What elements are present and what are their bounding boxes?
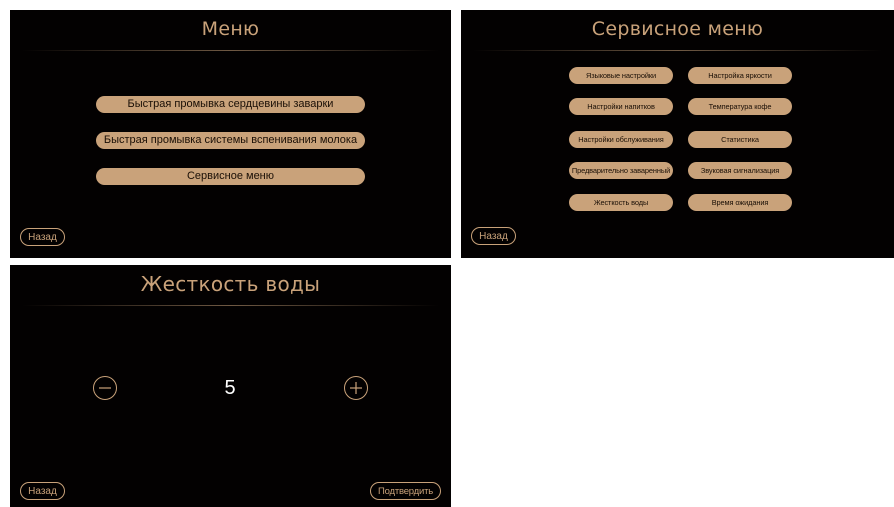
menu-title: Меню bbox=[201, 18, 260, 40]
back-button[interactable]: Назад bbox=[20, 228, 65, 246]
pre-brew-button[interactable]: Предварительно заваренный bbox=[569, 162, 673, 179]
plus-icon bbox=[350, 382, 362, 394]
title-divider bbox=[22, 50, 439, 51]
confirm-button[interactable]: Подтвердить bbox=[370, 482, 441, 500]
statistics-button[interactable]: Статистика bbox=[688, 131, 792, 148]
minus-icon bbox=[99, 387, 111, 389]
drink-settings-button[interactable]: Настройки напитков bbox=[569, 98, 673, 115]
title-divider bbox=[22, 305, 439, 306]
back-button[interactable]: Назад bbox=[20, 482, 65, 500]
decrease-button[interactable] bbox=[93, 376, 117, 400]
back-button[interactable]: Назад bbox=[471, 227, 516, 245]
water-hardness-value: 5 bbox=[224, 377, 236, 399]
water-hardness-screen: Жесткость воды 5 Назад Подтвердить bbox=[10, 265, 451, 507]
title-divider bbox=[473, 50, 882, 51]
water-hardness-title: Жесткость воды bbox=[140, 272, 321, 296]
language-settings-button[interactable]: Языковые настройки bbox=[569, 67, 673, 84]
water-hardness-button[interactable]: Жесткость воды bbox=[569, 194, 673, 211]
menu-screen: Меню Быстрая промывка сердцевины заварки… bbox=[10, 10, 451, 258]
increase-button[interactable] bbox=[344, 376, 368, 400]
maintenance-settings-button[interactable]: Настройки обслуживания bbox=[569, 131, 673, 148]
coffee-temperature-button[interactable]: Температура кофе bbox=[688, 98, 792, 115]
quick-rinse-milk-system-button[interactable]: Быстрая промывка системы вспенивания мол… bbox=[96, 132, 365, 149]
sound-alert-button[interactable]: Звуковая сигнализация bbox=[688, 162, 792, 179]
brightness-settings-button[interactable]: Настройка яркости bbox=[688, 67, 792, 84]
service-menu-screen: Сервисное меню Языковые настройки Настро… bbox=[461, 10, 894, 258]
quick-rinse-brew-core-button[interactable]: Быстрая промывка сердцевины заварки bbox=[96, 96, 365, 113]
service-menu-title: Сервисное меню bbox=[591, 18, 764, 40]
service-menu-button[interactable]: Сервисное меню bbox=[96, 168, 365, 185]
standby-time-button[interactable]: Время ожидания bbox=[688, 194, 792, 211]
